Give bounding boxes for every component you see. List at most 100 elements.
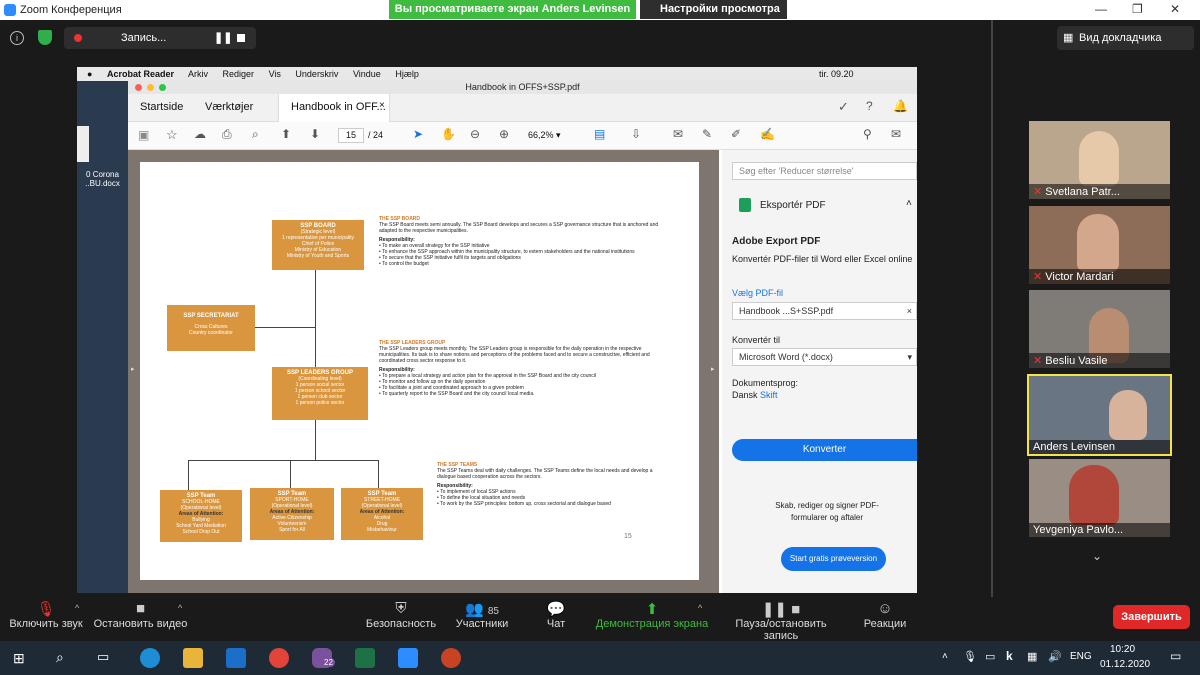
export-pdf-header[interactable]: Eksportér PDF	[760, 200, 826, 211]
menu-arkiv[interactable]: Arkiv	[188, 69, 208, 79]
save-icon[interactable]: ▣	[138, 128, 149, 142]
shield-icon[interactable]	[38, 30, 52, 45]
upload-icon[interactable]: ☁	[194, 127, 206, 141]
participant-tile-active[interactable]: Anders Levinsen	[1027, 374, 1172, 456]
maximize-icon[interactable]: ❐	[1132, 2, 1143, 16]
mac-close-icon[interactable]	[135, 84, 142, 91]
clock-date[interactable]: 01.12.2020	[1100, 659, 1150, 670]
star-icon[interactable]: ☆	[166, 127, 178, 143]
participant-tile[interactable]: Yevgeniya Pavlo...	[1029, 459, 1170, 537]
desktop-file-icon[interactable]	[77, 126, 89, 162]
search-icon[interactable]: ⌕	[56, 649, 64, 666]
menu-rediger[interactable]: Rediger	[223, 69, 255, 79]
mail-icon[interactable]: ✉	[891, 127, 901, 141]
tab-startside[interactable]: Startside	[140, 101, 183, 113]
zoom-search-icon[interactable]: ⌕	[252, 127, 259, 142]
microphone-icon[interactable]: 🎙	[963, 650, 977, 663]
convert-to-select[interactable]: Microsoft Word (*.docx) ▾	[732, 348, 917, 366]
windows-start-icon[interactable]: ⊞	[13, 650, 25, 667]
chevron-down-icon[interactable]: ⌄	[1092, 549, 1102, 563]
audio-options-chevron-icon[interactable]: ^	[75, 603, 79, 613]
zoom-in-icon[interactable]: ⊕	[499, 127, 509, 141]
convert-button[interactable]: Konverter	[732, 439, 917, 461]
mac-minimize-icon[interactable]	[147, 84, 154, 91]
participant-tile[interactable]: ✕ Besliu Vasile	[1029, 290, 1170, 368]
right-panel-toggle-icon[interactable]: ▸	[711, 365, 715, 373]
zoom-level-select[interactable]: 66,2% ▾	[528, 130, 576, 141]
info-icon[interactable]: i	[10, 31, 24, 45]
tab-vaerktojer[interactable]: Værktøjer	[205, 101, 253, 113]
clock-time[interactable]: 10:20	[1110, 644, 1135, 655]
bell-icon[interactable]: 🔔	[893, 99, 908, 113]
participants-button[interactable]: 👥 85 Участники	[450, 600, 514, 630]
tool-search-input[interactable]: Søg efter 'Reducer størrelse'	[732, 162, 917, 180]
select-tool-icon[interactable]: ➤	[413, 127, 423, 141]
chrome-icon[interactable]	[269, 648, 289, 668]
highlight-icon[interactable]: ✎	[702, 127, 712, 141]
reactions-button[interactable]: ☺ Реакции	[860, 600, 910, 630]
file-explorer-icon[interactable]	[183, 648, 203, 668]
video-options-chevron-icon[interactable]: ^	[178, 603, 182, 613]
battery-icon[interactable]: ▭	[985, 650, 995, 663]
security-button[interactable]: ⛨ Безопасность	[365, 600, 437, 630]
menu-underskriv[interactable]: Underskriv	[295, 69, 338, 79]
menu-app[interactable]: Acrobat Reader	[107, 69, 174, 79]
desktop-file-label[interactable]: 0 Corona ..BU.docx	[77, 170, 128, 188]
mac-zoom-icon[interactable]	[159, 84, 166, 91]
task-view-icon[interactable]: ▭	[97, 649, 109, 665]
share-options-chevron-icon[interactable]: ^	[698, 603, 702, 613]
menu-hjaelp[interactable]: Hjælp	[395, 69, 419, 79]
doc-lang-change-link[interactable]: Skift	[760, 390, 778, 400]
k-app-icon[interactable]: k	[1006, 649, 1013, 663]
participant-name: ✕ Besliu Vasile	[1029, 353, 1170, 368]
page-number-input[interactable]: 15	[338, 128, 364, 143]
zoom-out-icon[interactable]: ⊖	[470, 127, 480, 141]
participant-tile[interactable]: ✕ Victor Mardari	[1029, 206, 1170, 284]
view-options-button[interactable]: Настройки просмотра	[640, 0, 787, 19]
menu-vis[interactable]: Vis	[269, 69, 281, 79]
notification-icon[interactable]: ▭	[1170, 649, 1181, 663]
speaker-view-button[interactable]: ▦ Вид докладчика	[1057, 26, 1194, 50]
tab-document[interactable]: Handbook in OFF... ×	[278, 94, 390, 122]
comment-icon[interactable]: ✉	[673, 127, 683, 141]
pdf-viewport[interactable]: ▸ ▸ SSP BOARD (Strategic level) 1 repres…	[128, 150, 719, 593]
next-page-icon[interactable]: ⬇	[310, 127, 320, 141]
connector-line	[315, 259, 316, 369]
page-view-icon[interactable]: ▤	[594, 127, 605, 141]
prev-page-icon[interactable]: ⬆	[281, 127, 291, 141]
hand-tool-icon[interactable]: ✋	[441, 127, 456, 141]
share-link-icon[interactable]: ⚲	[863, 127, 872, 141]
close-icon[interactable]: ✕	[1170, 2, 1180, 16]
choose-pdf-field[interactable]: Handbook ...S+SSP.pdf ×	[732, 302, 917, 320]
excel-icon[interactable]	[355, 648, 375, 668]
minimize-icon[interactable]: —	[1095, 2, 1107, 16]
pause-stop-recording-button[interactable]: ❚❚ ■ Пауза/остановить запись	[717, 600, 845, 642]
collapse-chevron-icon[interactable]: ˄	[906, 198, 912, 209]
tab-close-icon[interactable]: ×	[379, 100, 385, 111]
language-indicator[interactable]: ENG	[1070, 651, 1092, 662]
stop-video-button[interactable]: ■ Остановить видео	[93, 600, 188, 630]
zoom-taskbar-icon[interactable]	[398, 648, 418, 668]
powerpoint-icon[interactable]	[441, 648, 461, 668]
scroll-mode-icon[interactable]: ⇩	[631, 127, 641, 141]
tray-chevron-icon[interactable]: ˄	[942, 651, 948, 662]
share-screen-button[interactable]: ⬆ Демонстрация экрана	[595, 600, 709, 630]
help-icon[interactable]: ?	[866, 99, 873, 113]
left-panel-toggle-icon[interactable]: ▸	[131, 365, 135, 373]
menu-vindue[interactable]: Vindue	[353, 69, 381, 79]
mail-icon[interactable]	[226, 648, 246, 668]
chat-button[interactable]: 💬 Чат	[536, 600, 576, 630]
check-icon[interactable]: ✓	[838, 99, 849, 115]
volume-icon[interactable]: 🔊	[1048, 650, 1062, 663]
sign-icon[interactable]: ✍	[760, 127, 775, 141]
splitter[interactable]	[991, 20, 993, 597]
trial-button[interactable]: Start gratis prøveversion	[781, 547, 886, 571]
stop-record-icon[interactable]	[237, 34, 245, 42]
pause-record-icon[interactable]: ❚❚	[214, 27, 232, 49]
draw-icon[interactable]: ✐	[731, 127, 741, 141]
print-icon[interactable]: ⎙	[222, 127, 232, 142]
participant-tile[interactable]: ✕ Svetlana Patr...	[1029, 121, 1170, 199]
edge-icon[interactable]	[140, 648, 160, 668]
end-meeting-button[interactable]: Завершить	[1113, 605, 1190, 629]
network-icon[interactable]: ▦	[1027, 650, 1037, 663]
